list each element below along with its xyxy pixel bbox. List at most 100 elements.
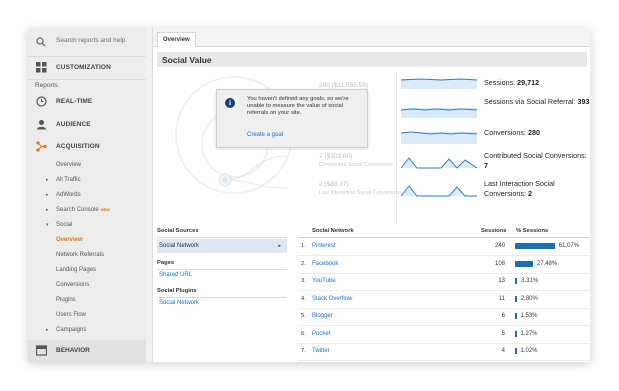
sidebar-item-social[interactable]: Social bbox=[46, 222, 73, 228]
shared-url-link[interactable]: Shared URL bbox=[159, 272, 192, 278]
network-link[interactable]: Facebook bbox=[312, 261, 338, 267]
pct-value: 27.48% bbox=[536, 260, 558, 267]
sidebar-item-label: ACQUISITION bbox=[56, 143, 100, 150]
new-badge: NEW bbox=[100, 207, 111, 212]
network-link[interactable]: Stack Overflow bbox=[312, 296, 352, 302]
table-row[interactable]: 2. Facebook 108 27.48% bbox=[298, 256, 590, 274]
sidebar-item-conversions[interactable]: Conversions bbox=[56, 282, 89, 288]
network-link[interactable]: YouTube bbox=[312, 278, 336, 284]
funnel-top-value: 280 ($11,556.59) bbox=[319, 82, 369, 89]
pct-bar bbox=[515, 348, 517, 354]
metric-last-interaction: Last Interaction Social Conversions: 2 bbox=[484, 179, 590, 199]
pct-bar bbox=[515, 295, 517, 302]
row-index: 4. bbox=[301, 295, 306, 302]
acquisition-icon bbox=[36, 141, 47, 152]
pct-bar bbox=[515, 330, 517, 337]
sidebar-item-customization[interactable]: CUSTOMIZATION bbox=[28, 57, 146, 79]
tab-bar: Overview bbox=[153, 28, 590, 47]
clock-icon bbox=[36, 96, 47, 107]
dashboard-icon bbox=[36, 62, 47, 73]
metric-label: Sessions via Social Referral: bbox=[484, 97, 576, 106]
pct-value: 61.07% bbox=[558, 243, 580, 249]
column-header-network[interactable]: Social Network bbox=[312, 228, 354, 237]
pct-value: 1.53% bbox=[520, 313, 538, 319]
sparkline-conversions bbox=[401, 131, 477, 144]
sparkline-sessions bbox=[401, 78, 477, 89]
metric-sessions: Sessions: 29,712 bbox=[484, 78, 539, 88]
sessions-value: 108 bbox=[494, 260, 505, 267]
sessions-value: 4 bbox=[501, 348, 505, 354]
metric-conversions: Conversions: 280 bbox=[484, 128, 540, 138]
column-header-pct[interactable]: % Sessions bbox=[516, 228, 548, 237]
metric-value: 2 bbox=[527, 189, 532, 198]
pct-bar bbox=[515, 278, 518, 284]
sidebar-item-landing-pages[interactable]: Landing Pages bbox=[56, 267, 96, 273]
sidebar-item-overview[interactable]: Overview bbox=[56, 162, 81, 168]
sidebar-item-campaigns[interactable]: Campaigns bbox=[46, 327, 86, 333]
analytics-window: Search reports and help CUSTOMIZATION Re… bbox=[28, 28, 590, 362]
search-placeholder[interactable]: Search reports and help bbox=[56, 37, 125, 44]
popup-message: You haven't defined any goals, so we're … bbox=[247, 96, 349, 116]
row-index: 2. bbox=[301, 260, 306, 267]
network-link[interactable]: Twitter bbox=[312, 348, 330, 354]
pages-heading: Pages bbox=[157, 260, 287, 270]
sidebar-item-users-flow[interactable]: Users Flow bbox=[56, 312, 86, 318]
create-goal-link[interactable]: Create a goal bbox=[247, 132, 283, 138]
sparkline-last-interaction bbox=[401, 185, 477, 197]
pct-bar bbox=[515, 260, 533, 267]
sidebar-item-adwords[interactable]: AdWords bbox=[46, 192, 80, 198]
sidebar-item-search-console[interactable]: Search ConsoleNEW bbox=[46, 207, 111, 213]
funnel-mid-label: Contributed Social Conversions bbox=[319, 162, 394, 168]
metrics-column: Sessions: 29,712 Sessions via Social Ref… bbox=[396, 72, 590, 224]
metric-value: 7 bbox=[484, 161, 488, 170]
sessions-value: 5 bbox=[501, 330, 505, 337]
table-row[interactable]: 5. Blogger 6 1.53% bbox=[298, 308, 590, 326]
sessions-value: 6 bbox=[501, 313, 505, 319]
metric-label: Conversions: bbox=[484, 128, 526, 137]
social-network-selector[interactable]: Social Network ▸ bbox=[157, 239, 287, 253]
sidebar-item-social-overview[interactable]: Overview bbox=[56, 237, 83, 243]
sidebar-item-acquisition[interactable]: ACQUISITION bbox=[28, 136, 146, 158]
sidebar-item-label: REAL-TIME bbox=[56, 98, 93, 105]
info-icon: i bbox=[225, 98, 235, 108]
pct-value: 3.31% bbox=[521, 278, 539, 284]
table-row[interactable]: 4. Stack Overflow 11 2.80% bbox=[298, 291, 590, 309]
selector-label: Social Network bbox=[159, 243, 200, 249]
sidebar-item-network-referrals[interactable]: Network Referrals bbox=[56, 252, 104, 258]
search-icon bbox=[36, 37, 46, 47]
sparkline-social-sessions bbox=[401, 108, 477, 118]
network-link[interactable]: Pinterest bbox=[312, 243, 336, 249]
pct-value: 1.27% bbox=[520, 330, 538, 337]
sidebar-item-label: AUDIENCE bbox=[56, 121, 91, 128]
row-index: 5. bbox=[301, 313, 306, 319]
table-row[interactable]: 1. Pinterest 240 61.07% bbox=[298, 238, 590, 256]
network-link[interactable]: Blogger bbox=[312, 313, 333, 319]
plugins-network-link[interactable]: Social Network bbox=[159, 300, 199, 306]
sidebar-item-realtime[interactable]: REAL-TIME bbox=[28, 91, 146, 113]
funnel-bottom-label: Last Interaction Social Conversions bbox=[319, 190, 403, 196]
search-box[interactable]: Search reports and help bbox=[28, 28, 146, 57]
sidebar-item-audience[interactable]: AUDIENCE bbox=[28, 114, 146, 136]
column-header-sessions[interactable]: Sessions bbox=[481, 228, 506, 237]
metric-label: Contributed Social Conversions: bbox=[484, 151, 587, 160]
table-row[interactable]: 6. Pocket 5 1.27% bbox=[298, 326, 590, 344]
page-title: Social Value bbox=[162, 55, 212, 65]
metric-label: Last Interaction Social Conversions: bbox=[484, 179, 555, 198]
table-row[interactable]: 7. Twitter 4 1.02% bbox=[298, 343, 590, 361]
network-link[interactable]: Pocket bbox=[312, 331, 330, 337]
metric-social-sessions: Sessions via Social Referral: 393 bbox=[484, 97, 589, 107]
row-index: 6. bbox=[301, 330, 306, 337]
tab-overview[interactable]: Overview bbox=[157, 32, 196, 47]
sidebar-item-label: CUSTOMIZATION bbox=[56, 64, 111, 71]
sidebar-item-label: Search Console bbox=[56, 207, 99, 213]
sidebar-item-all-traffic[interactable]: All Traffic bbox=[46, 177, 80, 183]
sidebar: Search reports and help CUSTOMIZATION Re… bbox=[28, 28, 146, 362]
person-icon bbox=[37, 120, 46, 130]
pct-value: 1.02% bbox=[520, 348, 538, 354]
sidebar-item-behavior[interactable]: BEHAVIOR bbox=[28, 340, 146, 362]
pct-bar bbox=[515, 313, 517, 319]
sessions-value: 13 bbox=[498, 278, 505, 284]
sidebar-item-plugins[interactable]: Plugins bbox=[56, 297, 76, 303]
table-row[interactable]: 3. YouTube 13 3.31% bbox=[298, 273, 590, 291]
pct-bar bbox=[515, 243, 555, 249]
